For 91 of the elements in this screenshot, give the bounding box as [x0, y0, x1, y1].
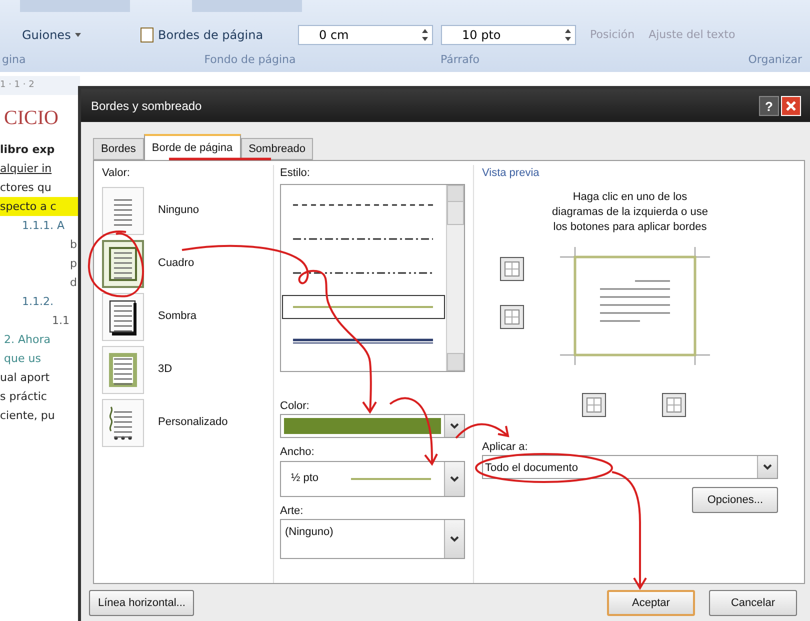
- arrow-mark: [388, 396, 440, 468]
- document-text: b: [69, 237, 78, 253]
- border-toggle-button[interactable]: [500, 304, 524, 329]
- document-text: ual aport: [0, 370, 51, 386]
- spin-value: 10 pto: [462, 27, 501, 44]
- style-list[interactable]: [280, 184, 465, 372]
- setting-label: 3D: [158, 362, 172, 378]
- field-label: Valor:: [102, 166, 131, 182]
- border-side-icon: [504, 260, 520, 277]
- line-sample-icon: [293, 270, 433, 276]
- chevron-icon: [450, 476, 459, 482]
- border-toggle-button[interactable]: [662, 392, 686, 417]
- setting-option[interactable]: Sombra: [102, 292, 273, 341]
- ruler: 1 · 1 · 2: [0, 76, 80, 95]
- ok-button[interactable]: Aceptar: [607, 590, 695, 616]
- chevron-icon: [450, 536, 459, 542]
- setting-label: Sombra: [158, 309, 197, 324]
- group-label: Vista previa: [482, 166, 540, 182]
- spin-value: 0 cm: [319, 27, 349, 44]
- document-text: ctores qu: [0, 180, 52, 196]
- dropdown-button[interactable]: [444, 462, 464, 496]
- chevron-icon: [450, 423, 459, 430]
- window-title: Bordes y sombreado: [91, 98, 202, 115]
- ribbon-group-label: Párrafo: [439, 52, 481, 68]
- apply-to-value: Todo el documento: [484, 461, 578, 476]
- setting-option[interactable]: Cuadro: [102, 240, 273, 288]
- ribbon-button[interactable]: Bordes de página: [140, 26, 290, 44]
- dropdown-button[interactable]: [757, 456, 777, 478]
- line-sample-icon: [293, 236, 433, 242]
- document-text: que us: [3, 351, 42, 367]
- options-button[interactable]: Opciones...: [692, 487, 778, 514]
- document-text: ciente, pu: [0, 408, 56, 424]
- document-text: p: [69, 256, 78, 272]
- border-toggle-button[interactable]: [500, 256, 524, 281]
- art-dropdown[interactable]: (Ninguno): [280, 519, 465, 560]
- document-text: s práctic: [0, 389, 48, 405]
- line-style-option[interactable]: [282, 294, 445, 319]
- document-text: libro exp: [0, 142, 56, 158]
- art-value: (Ninguno): [284, 525, 334, 540]
- document-heading: CICIO: [3, 109, 60, 128]
- spinner-arrows-icon: [422, 29, 428, 41]
- document-text: 1.1.1. A: [21, 218, 66, 234]
- dropdown-button[interactable]: [444, 415, 464, 438]
- caret-icon: [74, 33, 81, 37]
- field-label: Estilo:: [280, 166, 311, 182]
- document-text: 2. Ahora: [3, 332, 52, 348]
- spinner-arrows-icon: [565, 29, 571, 41]
- help-button[interactable]: ?: [759, 96, 779, 116]
- document-text: d: [69, 275, 78, 291]
- width-value: ½ pto: [290, 471, 320, 486]
- field-label: Aplicar a:: [482, 440, 529, 455]
- setting-label: Cuadro: [158, 256, 194, 272]
- setting-label: Personalizado: [158, 415, 228, 430]
- spin-field[interactable]: 0 cm: [298, 25, 433, 45]
- close-button[interactable]: [781, 96, 801, 116]
- setting-option[interactable]: Ninguno: [102, 186, 273, 235]
- apply-to-dropdown[interactable]: Todo el documento: [482, 455, 778, 480]
- ribbon-group-label: Fondo de página: [203, 52, 297, 68]
- tab[interactable]: Borde de página: [144, 134, 241, 160]
- field-label: Color:: [280, 398, 310, 414]
- page-icon: [140, 27, 154, 43]
- border-side-icon: [666, 396, 682, 413]
- close-icon: [786, 100, 796, 111]
- document-text: 1.1.2.: [21, 294, 54, 310]
- border-side-icon: [504, 308, 520, 325]
- document-text: specto a c: [0, 197, 80, 216]
- color-dropdown[interactable]: [280, 414, 465, 438]
- cancel-button[interactable]: Cancelar: [709, 590, 797, 616]
- tab[interactable]: Bordes: [93, 138, 144, 160]
- tab[interactable]: Sombreado: [240, 138, 314, 160]
- document-text: alquier in: [0, 161, 53, 177]
- line-sample-icon: [293, 338, 433, 344]
- field-label: Arte:: [280, 504, 304, 519]
- border-toggle-button[interactable]: [582, 392, 606, 417]
- field-label: Ancho:: [280, 445, 316, 460]
- ribbon-menu-button[interactable]: Guiones: [0, 26, 140, 44]
- chevron-icon: [763, 464, 772, 470]
- width-dropdown[interactable]: ½ pto: [280, 460, 465, 497]
- setting-option[interactable]: Personalizado: [102, 398, 273, 447]
- ribbon-group-label: gina: [1, 52, 27, 68]
- line-sample-icon: [293, 202, 433, 208]
- line-sample-icon: [293, 304, 433, 310]
- document-text: 1.1: [51, 313, 70, 329]
- spin-field[interactable]: 10 pto: [441, 25, 576, 45]
- horizontal-line-button[interactable]: Línea horizontal...: [89, 590, 194, 616]
- setting-label: Ninguno: [158, 203, 199, 218]
- setting-option[interactable]: 3D: [102, 346, 273, 394]
- border-side-icon: [586, 396, 602, 413]
- ribbon-group-label: Organizar: [747, 52, 803, 68]
- dropdown-button[interactable]: [444, 520, 464, 558]
- preview-instructions: Haga clic en uno de los diagramas de la izquierda o use los botones para aplicar bordes: [551, 190, 709, 235]
